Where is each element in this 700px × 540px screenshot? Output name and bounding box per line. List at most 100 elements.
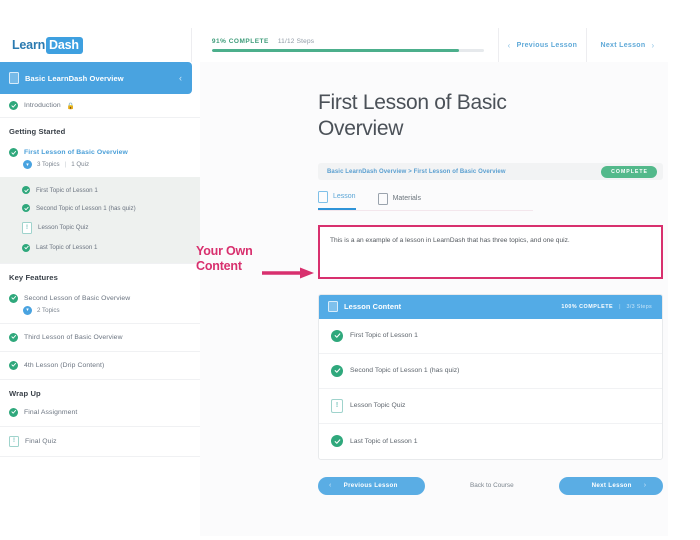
sidebar-topic-item[interactable]: Second Topic of Lesson 1 (has quiz) [0, 199, 200, 217]
sidebar-item-fourth-lesson-label: 4th Lesson (Drip Content) [24, 361, 105, 369]
lesson-content-card-header: Lesson Content 100% COMPLETE | 3/3 Steps [319, 294, 662, 319]
top-gutter [0, 0, 700, 28]
status-badge: COMPLETE [601, 165, 657, 178]
sidebar-item-introduction[interactable]: Introduction 🔒 [0, 94, 200, 118]
header-previous-lesson-label: Previous Lesson [516, 41, 578, 49]
header-previous-lesson-button[interactable]: ‹ Previous Lesson [498, 28, 587, 62]
breadcrumb-bar: Basic LearnDash Overview > First Lesson … [318, 163, 663, 181]
quiz-icon: ! [331, 398, 343, 413]
check-circle-icon [22, 186, 30, 194]
back-to-course-link[interactable]: Back to Course [470, 482, 514, 489]
header-next-lesson-label: Next Lesson [600, 41, 646, 49]
learndash-logo[interactable]: Learn Dash [12, 36, 83, 54]
progress-labels: 91% COMPLETE 11/12 Steps [212, 38, 484, 45]
document-icon [318, 191, 328, 203]
sidebar-item-third-lesson[interactable]: Third Lesson of Basic Overview [0, 324, 200, 352]
sidebar-collapse-icon[interactable]: ‹ [179, 73, 182, 83]
lesson-content-title: Lesson Content [344, 302, 402, 312]
sidebar-section-title: Getting Started [9, 127, 66, 136]
previous-lesson-button[interactable]: ‹ Previous Lesson [318, 476, 425, 495]
sidebar-item-second-lesson[interactable]: Second Lesson of Basic Overview [0, 287, 200, 306]
lesson-content-row[interactable]: Second Topic of Lesson 1 (has quiz) [319, 354, 662, 389]
sidebar-topic-item[interactable]: ! Lesson Topic Quiz [0, 217, 200, 239]
tab-materials[interactable]: Materials [377, 193, 421, 210]
sidebar-item-final-assignment-label: Final Assignment [24, 408, 78, 416]
check-circle-icon [9, 148, 18, 157]
document-icon [328, 300, 338, 313]
lesson-content-row-label: Last Topic of Lesson 1 [350, 437, 418, 445]
lesson-content-row-label: Lesson Topic Quiz [350, 402, 406, 410]
breadcrumb[interactable]: Basic LearnDash Overview > First Lesson … [327, 169, 506, 175]
right-gutter [668, 0, 700, 540]
sidebar-lesson-meta-quiz: 1 Quiz [71, 161, 90, 168]
sidebar-topic-label: Lesson Topic Quiz [38, 224, 89, 232]
next-lesson-label: Next Lesson [591, 482, 632, 490]
sidebar-second-lesson-meta-topics: 2 Topics [37, 306, 60, 314]
page-title: First Lesson of Basic Overview [318, 91, 507, 140]
lesson-content-row-label: Second Topic of Lesson 1 (has quiz) [350, 367, 460, 375]
sidebar-topic-item[interactable]: Last Topic of Lesson 1 [0, 239, 200, 257]
lesson-main-content: First Lesson of Basic Overview Basic Lea… [200, 62, 668, 536]
tab-lesson-label: Lesson [333, 193, 356, 201]
lesson-content-row[interactable]: ! Lesson Topic Quiz [319, 389, 662, 424]
sidebar-section-title-wrap-up: Wrap Up [9, 388, 41, 398]
lesson-tabs: Lesson Materials [318, 191, 533, 211]
sidebar-item-third-lesson-label: Third Lesson of Basic Overview [24, 333, 123, 341]
tab-lesson[interactable]: Lesson [318, 191, 356, 210]
lock-icon: 🔒 [66, 102, 75, 110]
lesson-content-row[interactable]: Last Topic of Lesson 1 [319, 424, 662, 459]
chevron-right-icon: › [643, 482, 647, 490]
chevron-down-icon[interactable]: ▾ [23, 160, 32, 169]
sidebar-topic-label: First Topic of Lesson 1 [36, 186, 98, 194]
previous-lesson-label: Previous Lesson [343, 482, 398, 490]
app-header: Learn Dash 91% COMPLETE 11/12 Steps ‹ Pre… [0, 28, 668, 63]
lesson-content-row[interactable]: First Topic of Lesson 1 [319, 319, 662, 354]
sidebar-section-title-key-features: Key Features [9, 272, 58, 282]
sidebar-item-final-assignment[interactable]: Final Assignment [0, 403, 200, 427]
course-sidebar[interactable]: Basic LearnDash Overview ‹ Introduction … [0, 62, 201, 536]
sidebar-topic-item[interactable]: First Topic of Lesson 1 [0, 181, 200, 199]
sidebar-course-header[interactable]: Basic LearnDash Overview ‹ [0, 62, 192, 94]
progress-bar-track [211, 48, 484, 53]
logo-area: Learn Dash [0, 36, 191, 54]
sidebar-item-final-quiz[interactable]: ! Final Quiz [0, 427, 200, 457]
lesson-content-card-header-left: Lesson Content [328, 300, 402, 313]
check-circle-icon [331, 364, 343, 377]
course-progress: 91% COMPLETE 11/12 Steps [190, 28, 499, 62]
chevron-right-icon: › [651, 40, 655, 50]
learndash-app: Learn Dash 91% COMPLETE 11/12 Steps ‹ Pre… [0, 28, 668, 536]
lesson-content-card: Lesson Content 100% COMPLETE | 3/3 Steps… [318, 293, 663, 460]
lesson-content-card-progress: 100% COMPLETE | 3/3 Steps [561, 304, 652, 310]
check-circle-icon [331, 435, 343, 448]
quiz-icon: ! [22, 222, 32, 234]
progress-bar-fill [211, 48, 460, 53]
bottom-navigation: ‹ Previous Lesson Back to Course Next Le… [318, 476, 663, 495]
sidebar-second-lesson-meta: ▾ 2 Topics [0, 305, 200, 324]
lesson-content-percent: 100% COMPLETE [561, 303, 614, 310]
sidebar-item-first-lesson[interactable]: First Lesson of Basic Overview [0, 141, 200, 160]
sidebar-lesson-meta-topics: 3 Topics [37, 161, 60, 168]
sidebar-item-fourth-lesson[interactable]: 4th Lesson (Drip Content) [0, 352, 200, 380]
header-next-lesson-button[interactable]: Next Lesson › [586, 28, 668, 62]
lesson-content-separator: | [619, 303, 621, 310]
sidebar-section-getting-started: Getting Started First Lesson of Basic Ov… [0, 118, 200, 264]
next-lesson-button[interactable]: Next Lesson › [559, 476, 663, 495]
logo-dash-text: Dash [46, 36, 83, 54]
sidebar-item-introduction-label: Introduction [24, 102, 61, 109]
sidebar-topic-label: Last Topic of Lesson 1 [36, 244, 98, 251]
logo-learn-text: Learn [12, 38, 46, 52]
progress-percent-label: 91% COMPLETE [211, 37, 269, 45]
sidebar-item-first-lesson-label: First Lesson of Basic Overview [24, 149, 128, 156]
lesson-content-text: This is a an example of a lesson in Lear… [330, 236, 570, 244]
check-circle-icon [9, 101, 18, 110]
bottom-gutter [0, 536, 700, 540]
chevron-down-icon[interactable]: ▾ [23, 305, 32, 315]
progress-steps-label: 11/12 Steps [277, 37, 315, 45]
sidebar-item-second-lesson-label: Second Lesson of Basic Overview [24, 294, 131, 302]
check-circle-icon [22, 204, 30, 212]
chevron-left-icon: ‹ [329, 482, 332, 490]
lesson-content-steps: 3/3 Steps [626, 303, 652, 310]
check-circle-icon [9, 360, 18, 370]
screenshot-root: Learn Dash 91% COMPLETE 11/12 Steps ‹ Pre… [0, 0, 700, 540]
quiz-icon: ! [9, 435, 19, 447]
